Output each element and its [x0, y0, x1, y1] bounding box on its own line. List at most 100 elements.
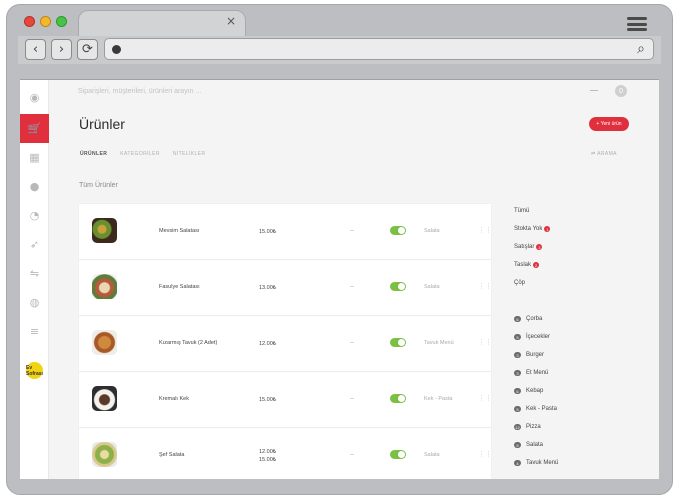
drag-handle-icon[interactable]: ⋮⋮ — [478, 394, 492, 402]
count-badge: 6 — [514, 316, 521, 322]
category-label: Burger — [526, 352, 545, 358]
globe-icon[interactable]: ◉ — [20, 83, 49, 112]
search-icon[interactable]: ⌕ — [637, 41, 645, 57]
tab-categories[interactable]: KATEGORİLER — [120, 151, 160, 157]
tab-products[interactable]: ÜRÜNLER — [80, 151, 107, 157]
category-filter[interactable]: 3 Et Menü — [514, 370, 548, 376]
back-button[interactable]: ‹ — [25, 39, 46, 60]
dashboard-icon[interactable]: ▦ — [20, 143, 49, 172]
category-filter[interactable]: 5 Salata — [514, 442, 543, 448]
drag-handle-icon[interactable]: ⋮⋮ — [478, 450, 492, 458]
product-price: 12.00₺ — [259, 341, 277, 347]
category-filter[interactable]: 12 Pizza — [514, 424, 541, 430]
filter-draft[interactable]: Taslak 2 — [514, 262, 540, 268]
drag-handle-icon[interactable]: ⋮⋮ — [478, 282, 492, 290]
drag-handle-icon[interactable]: ⋮⋮ — [478, 338, 492, 346]
category-label: Tavuk Menü — [526, 460, 559, 466]
new-product-button[interactable]: + Yeni ürün — [589, 117, 629, 131]
active-toggle[interactable] — [390, 338, 406, 347]
category-filter[interactable]: 3 Burger — [514, 352, 544, 358]
product-name[interactable]: Kızarmış Tavuk (2 Adet) — [159, 340, 217, 346]
category-label: Kek - Pasta — [526, 406, 558, 412]
category-filter[interactable]: 6 Çorba — [514, 316, 542, 322]
category-label: Et Menü — [526, 370, 549, 376]
product-image — [92, 274, 117, 299]
product-name[interactable]: Kremalı Kek — [159, 396, 189, 402]
search-toggle[interactable]: ⇄ ARAMA — [591, 151, 617, 157]
marketing-icon[interactable]: ➶ — [20, 230, 49, 259]
category-label: Salata — [526, 442, 544, 448]
maximize-window-button[interactable] — [56, 16, 67, 27]
reload-icon: ⟳ — [82, 42, 93, 57]
user-menu[interactable] — [590, 90, 598, 91]
tab-attributes[interactable]: NİTELİKLER — [173, 151, 206, 157]
drag-handle-icon[interactable]: ⋮⋮ — [478, 226, 492, 234]
active-toggle[interactable] — [390, 394, 406, 403]
table-row[interactable]: Fasulye Salatası 13.00₺ -- Salata ⋮⋮ — [79, 260, 492, 316]
menu-icon[interactable]: ≡ — [20, 317, 49, 346]
product-image — [92, 386, 117, 411]
minimize-window-button[interactable] — [40, 16, 51, 27]
search-toggle-label: ARAMA — [597, 151, 617, 157]
filter-sales[interactable]: Satışlar 3 — [514, 244, 543, 250]
product-stock: -- — [350, 284, 354, 290]
product-image — [92, 330, 117, 355]
brand-logo[interactable]: Ev Sofrası — [26, 362, 43, 379]
filter-label: Stokta Yok — [514, 226, 543, 232]
count-badge: 3 — [536, 244, 543, 250]
product-name[interactable]: Şef Salata — [159, 452, 184, 458]
sidebar: ◉ 🛒 ▦ ● ◔ ➶ ⇋ ◍ ≡ Ev Sofrası — [20, 80, 49, 479]
product-image — [92, 442, 117, 467]
browser-menu-icon[interactable] — [627, 17, 647, 31]
table-row[interactable]: Kremalı Kek 15.00₺ -- Kek - Pasta ⋮⋮ — [79, 372, 492, 428]
category-filter[interactable]: 5 İçecekler — [514, 334, 550, 340]
table-row[interactable]: Kızarmış Tavuk (2 Adet) 12.00₺ -- Tavuk … — [79, 316, 492, 372]
count-badge: 3 — [514, 370, 521, 376]
section-title: Tüm Ürünler — [79, 182, 118, 189]
site-info-icon — [112, 45, 121, 54]
new-icon[interactable]: ◍ — [20, 288, 49, 317]
search-input[interactable]: Siparişleri, müşterileri, ürünleri arayı… — [78, 88, 201, 95]
category-label: Kebap — [526, 388, 544, 394]
tab-close-icon[interactable]: × — [226, 14, 236, 28]
count-badge: 1 — [544, 226, 551, 232]
product-price-2: 15.00₺ — [259, 457, 277, 463]
filter-out-of-stock[interactable]: Stokta Yok 1 — [514, 226, 551, 232]
count-badge: 12 — [514, 424, 521, 430]
user-icon[interactable]: ● — [20, 172, 49, 201]
table-row[interactable]: Mevsim Salatası 15.00₺ -- Salata ⋮⋮ — [79, 204, 492, 260]
product-price: 15.00₺ — [259, 229, 277, 235]
report-icon[interactable]: ◔ — [20, 201, 49, 230]
product-name[interactable]: Fasulye Salatası — [159, 284, 200, 290]
integration-icon[interactable]: ⇋ — [20, 259, 49, 288]
page-title: Ürünler — [79, 116, 125, 132]
category-filter[interactable]: 4 Tavuk Menü — [514, 460, 558, 466]
browser-tab[interactable] — [78, 10, 246, 36]
category-label: Pizza — [526, 424, 541, 430]
product-price: 13.00₺ — [259, 285, 277, 291]
address-bar[interactable]: ⌕ — [104, 38, 654, 60]
product-stock: -- — [350, 228, 354, 234]
active-toggle[interactable] — [390, 282, 406, 291]
product-category: Kek - Pasta — [424, 396, 453, 402]
product-category: Salata — [424, 452, 440, 458]
active-toggle[interactable] — [390, 226, 406, 235]
filter-trash[interactable]: Çöp — [514, 280, 525, 286]
filter-all[interactable]: Tümü — [514, 208, 529, 214]
forward-button[interactable]: › — [51, 39, 72, 60]
table-row[interactable]: Şef Salata 12.00₺ 15.00₺ -- Salata ⋮⋮ — [79, 428, 492, 479]
product-tabs: ÜRÜNLER KATEGORİLER NİTELİKLER — [80, 151, 205, 157]
reload-button[interactable]: ⟳ — [77, 39, 98, 60]
category-filter[interactable]: 5 Kek - Pasta — [514, 406, 557, 412]
category-filter[interactable]: 6 Kebap — [514, 388, 543, 394]
chevron-left-icon: ‹ — [32, 42, 39, 57]
product-list: Mevsim Salatası 15.00₺ -- Salata ⋮⋮ Fasu… — [79, 204, 492, 479]
close-window-button[interactable] — [24, 16, 35, 27]
notification-badge[interactable]: 0 — [615, 85, 627, 97]
active-toggle[interactable] — [390, 450, 406, 459]
product-name[interactable]: Mevsim Salatası — [159, 228, 199, 234]
cart-icon[interactable]: 🛒 — [20, 114, 49, 143]
count-badge: 5 — [514, 334, 521, 340]
product-stock: -- — [350, 452, 354, 458]
category-label: İçecekler — [526, 334, 551, 340]
